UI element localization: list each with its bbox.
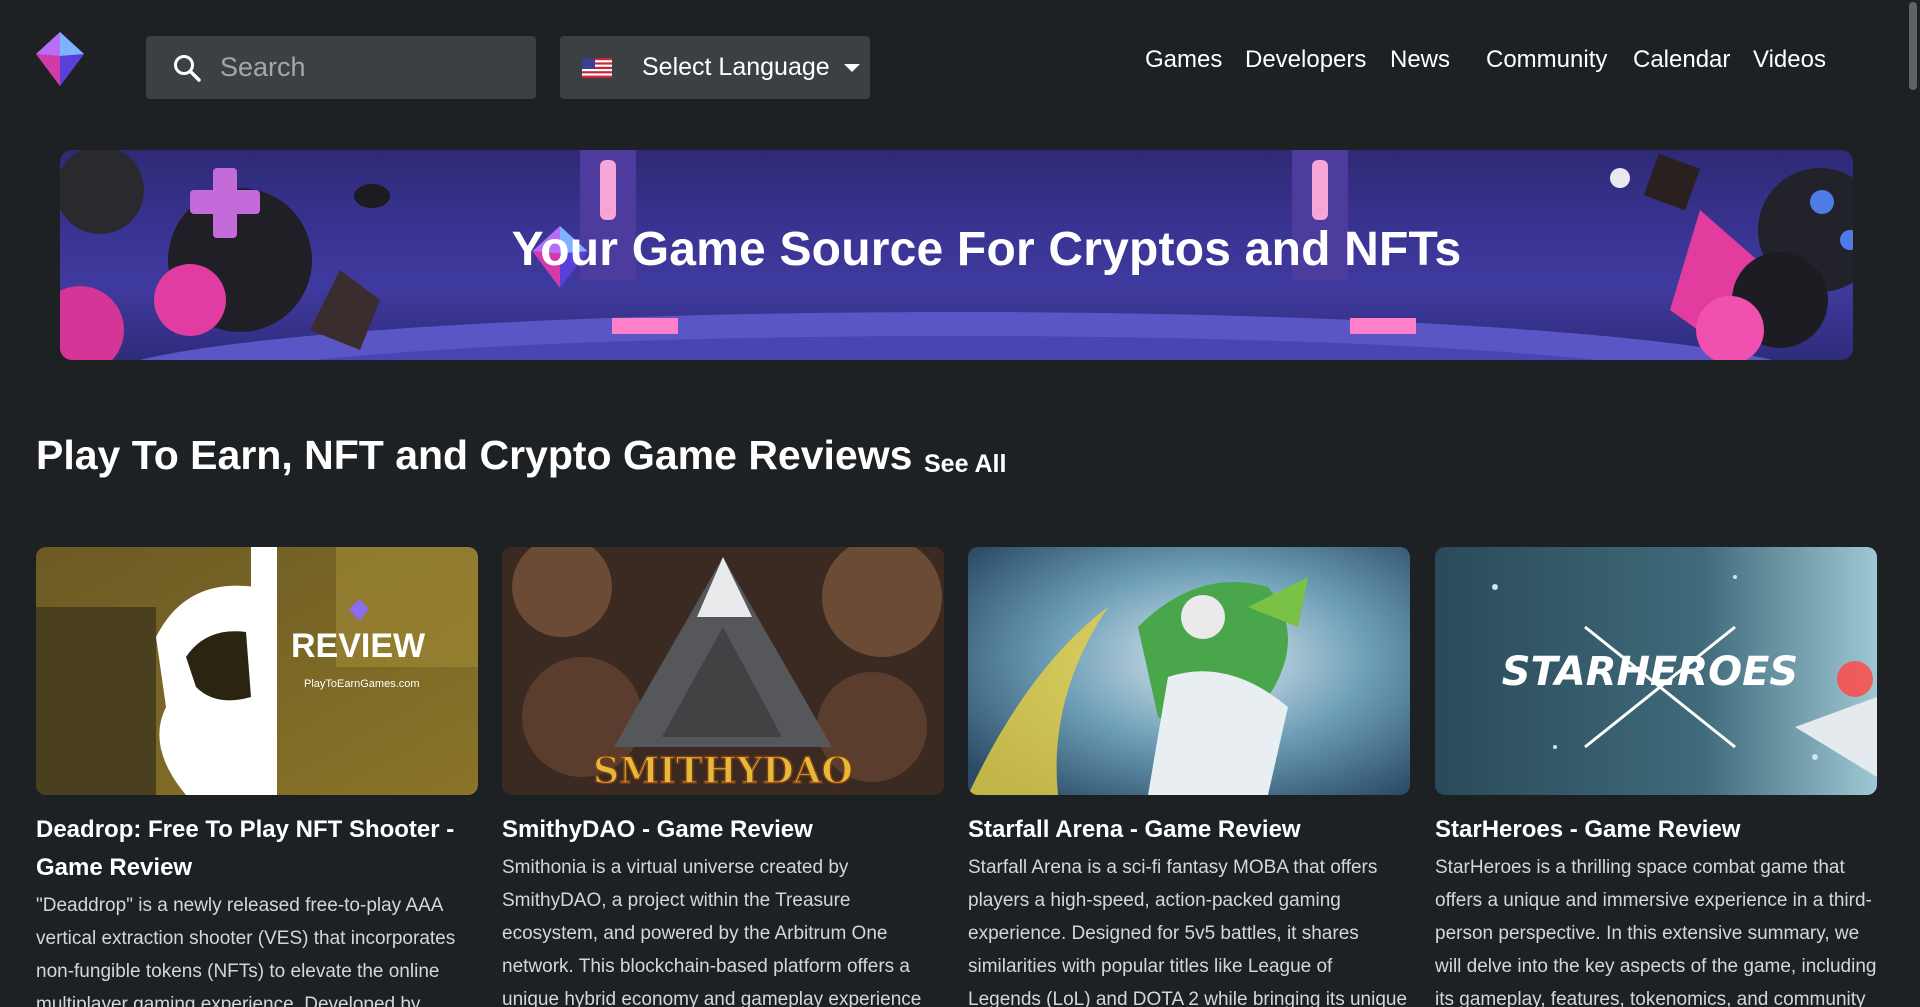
- nav-calendar[interactable]: Calendar: [1633, 46, 1730, 74]
- search-icon: [174, 54, 201, 82]
- card-description: "Deaddrop" is a newly released free-to-p…: [36, 895, 456, 1007]
- see-all-link[interactable]: See All: [924, 450, 1006, 479]
- card-description: Starfall Arena is a sci-fi fantasy MOBA …: [968, 857, 1408, 1007]
- card-image-text: STARHEROES: [1502, 649, 1798, 695]
- nav-news[interactable]: News: [1390, 46, 1450, 74]
- review-card[interactable]: STARHEROES StarHeroes - Game Review Star…: [1435, 547, 1877, 1007]
- caret-down-icon: [843, 63, 860, 72]
- review-card[interactable]: REVIEW PlayToEarnGames.com Deadrop: Free…: [36, 547, 478, 1007]
- card-title[interactable]: SmithyDAO - Game Review: [502, 811, 944, 849]
- card-image-subtext: PlayToEarnGames.com: [304, 678, 420, 690]
- card-image-deadrop[interactable]: REVIEW PlayToEarnGames.com: [36, 547, 478, 795]
- card-title[interactable]: Deadrop: Free To Play NFT Shooter - Game…: [36, 811, 478, 887]
- scrollbar[interactable]: [1902, 0, 1920, 1007]
- review-card[interactable]: SMITHYDAO SmithyDAO - Game Review Smitho…: [502, 547, 944, 1007]
- nav-developers[interactable]: Developers: [1245, 46, 1366, 74]
- card-image-starfall-arena[interactable]: [968, 547, 1410, 795]
- nav-community[interactable]: Community: [1486, 46, 1607, 74]
- card-description: Smithonia is a virtual universe created …: [502, 857, 922, 1007]
- card-title[interactable]: Starfall Arena - Game Review: [968, 811, 1410, 849]
- language-select[interactable]: Select Language: [560, 36, 870, 99]
- scrollbar-thumb[interactable]: [1909, 2, 1917, 90]
- diamond-logo-icon[interactable]: [36, 32, 84, 86]
- us-flag-icon: [582, 57, 612, 78]
- card-image-starheroes[interactable]: STARHEROES: [1435, 547, 1877, 795]
- review-card[interactable]: Starfall Arena - Game Review Starfall Ar…: [968, 547, 1410, 1007]
- search-box[interactable]: [146, 36, 536, 99]
- card-image-text: REVIEW: [291, 627, 426, 665]
- banner-title: Your Game Source For Cryptos and NFTs: [511, 223, 1462, 276]
- card-image-smithydao[interactable]: SMITHYDAO: [502, 547, 944, 795]
- card-image-text: SMITHYDAO: [593, 750, 853, 792]
- card-title[interactable]: StarHeroes - Game Review: [1435, 811, 1877, 849]
- nav-games[interactable]: Games: [1145, 46, 1222, 74]
- search-input[interactable]: [220, 52, 520, 83]
- nav-videos[interactable]: Videos: [1753, 46, 1826, 74]
- section-title: Play To Earn, NFT and Crypto Game Review…: [36, 432, 913, 478]
- language-label: Select Language: [642, 53, 830, 81]
- card-description: StarHeroes is a thrilling space combat g…: [1435, 857, 1877, 1007]
- page: Select Language Games Developers News Co…: [0, 0, 1920, 1007]
- hero-banner: Your Game Source For Cryptos and NFTs: [60, 150, 1853, 360]
